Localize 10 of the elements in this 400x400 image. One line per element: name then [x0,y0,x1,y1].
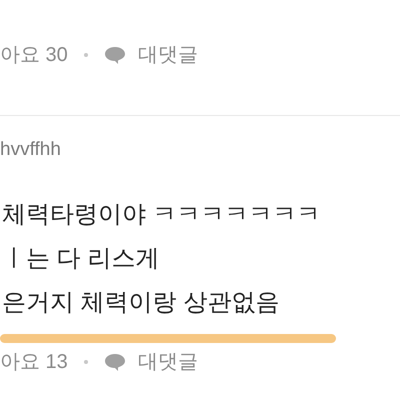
reply-button[interactable]: 대댓글 [138,40,198,70]
speech-bubble-icon [104,45,126,65]
comment-line: 은거지 체력이랑 상관없음 [1,288,280,318]
username: hvvffhh [0,138,62,162]
comment-line: ㅣ는 다 리스게 [1,244,160,274]
speech-bubble-icon [104,352,126,372]
like-count: 아요 30 [0,43,68,68]
comment-line: 체력타령이야 ㅋㅋㅋㅋㅋㅋㅋ [1,200,322,230]
reply-button[interactable]: 대댓글 [138,347,198,377]
like-count: 아요 13 [0,350,68,375]
